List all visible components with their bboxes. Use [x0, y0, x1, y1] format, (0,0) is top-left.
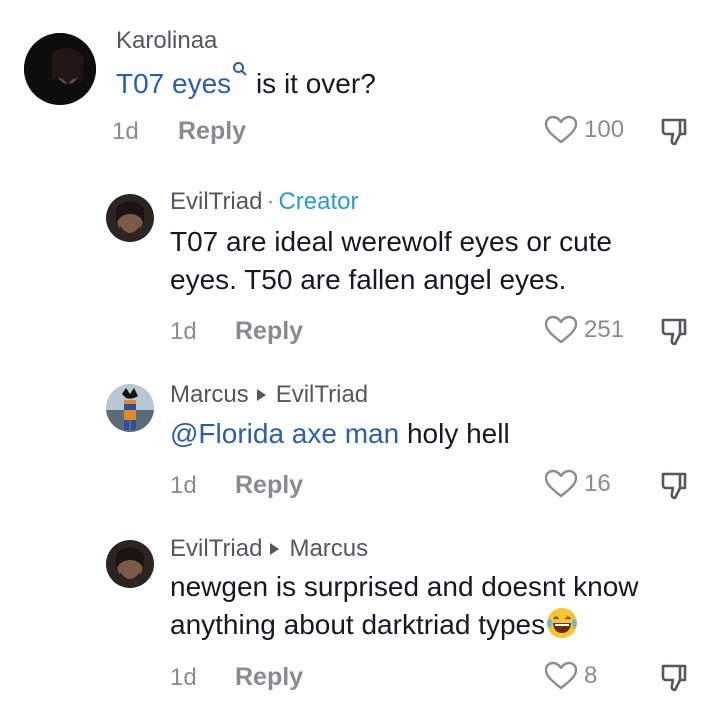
- heart-outline-icon: [544, 115, 578, 144]
- username[interactable]: EvilTriad · Creator: [170, 188, 359, 216]
- comment-text: newgen is surprised and doesnt know anyt…: [170, 568, 639, 644]
- like-button[interactable]: 100: [544, 115, 624, 145]
- reply-to-username[interactable]: Marcus: [289, 535, 368, 562]
- dislike-button[interactable]: [660, 317, 692, 352]
- laughing-tears-emoji: [547, 608, 578, 638]
- reply-button[interactable]: Reply: [178, 117, 246, 146]
- username-text[interactable]: Marcus: [170, 381, 249, 408]
- reply-arrow-icon: [256, 389, 266, 402]
- like-button[interactable]: 16: [544, 469, 611, 499]
- username[interactable]: EvilTriad Marcus: [170, 535, 368, 563]
- like-count: 16: [584, 470, 611, 497]
- comment-line: anything about darktriad types: [170, 606, 639, 644]
- username[interactable]: Marcus EvilTriad: [170, 381, 368, 409]
- comment-text: T07 are ideal werewolf eyes or cute eyes…: [170, 223, 612, 299]
- comment-body: is it over?: [248, 68, 376, 99]
- thumbs-down-icon: [661, 118, 687, 146]
- mention-link[interactable]: @Florida axe man: [170, 418, 399, 449]
- reply-arrow-icon: [270, 543, 280, 556]
- dislike-button[interactable]: [660, 663, 692, 698]
- comment-line: T07 are ideal werewolf eyes or cute: [170, 226, 612, 257]
- dislike-button[interactable]: [660, 117, 692, 152]
- heart-outline-icon: [544, 661, 578, 690]
- like-button[interactable]: 251: [544, 315, 624, 345]
- like-button[interactable]: 8: [544, 661, 597, 691]
- reply-to-username[interactable]: EvilTriad: [276, 381, 368, 408]
- search-icon: [233, 62, 247, 76]
- reply-button[interactable]: Reply: [235, 317, 303, 346]
- separator: ·: [266, 188, 275, 215]
- dislike-button[interactable]: [660, 471, 692, 506]
- reply-button[interactable]: Reply: [235, 663, 303, 692]
- avatar[interactable]: [106, 194, 154, 242]
- comment-line: eyes. T50 are fallen angel eyes.: [170, 264, 567, 295]
- search-link[interactable]: T07 eyes: [116, 68, 231, 99]
- username-text[interactable]: EvilTriad: [170, 188, 262, 215]
- comment-body: holy hell: [399, 418, 510, 449]
- thumbs-down-icon: [661, 664, 687, 692]
- reply-button[interactable]: Reply: [235, 471, 303, 500]
- comment-text: @Florida axe man holy hell: [170, 415, 510, 453]
- username-text[interactable]: EvilTriad: [170, 535, 262, 562]
- like-count: 100: [584, 116, 625, 143]
- username[interactable]: Karolinaa: [116, 27, 217, 55]
- avatar[interactable]: [106, 384, 154, 432]
- avatar[interactable]: [24, 33, 96, 105]
- thumbs-down-icon: [661, 472, 687, 500]
- heart-outline-icon: [544, 469, 578, 498]
- avatar[interactable]: [106, 540, 154, 588]
- timestamp: 1d: [170, 318, 197, 345]
- timestamp: 1d: [112, 118, 139, 145]
- timestamp: 1d: [170, 664, 197, 691]
- timestamp: 1d: [170, 472, 197, 499]
- comment-line: newgen is surprised and doesnt know: [170, 571, 639, 602]
- thumbs-down-icon: [661, 318, 687, 346]
- comment-line-text: anything about darktriad types: [170, 609, 546, 640]
- heart-outline-icon: [544, 315, 578, 344]
- like-count: 251: [584, 316, 625, 343]
- creator-badge: Creator: [278, 188, 359, 215]
- comment-text: T07 eyes is it over?: [116, 61, 376, 103]
- like-count: 8: [584, 662, 598, 689]
